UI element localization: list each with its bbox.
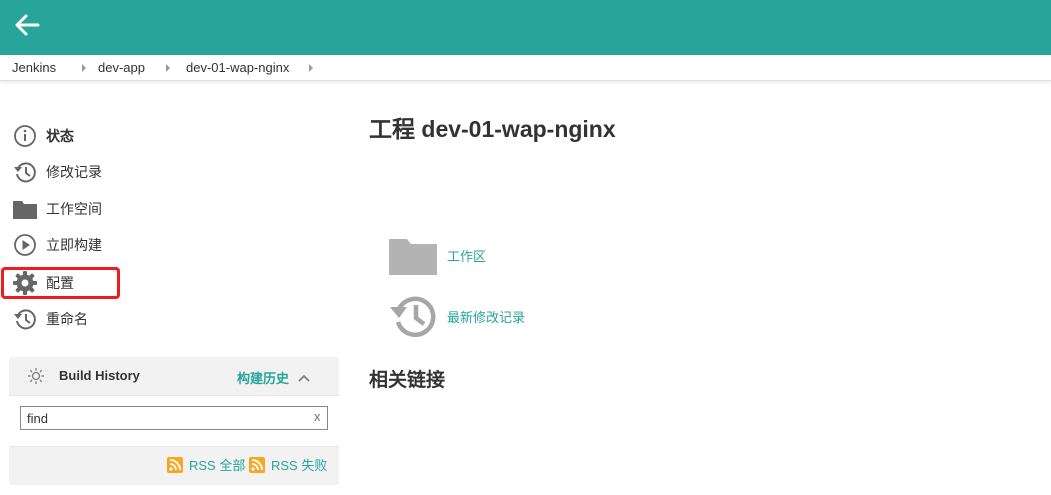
- top-header: [0, 0, 1051, 55]
- arrow-left-icon[interactable]: [10, 8, 44, 42]
- info-icon: [12, 123, 38, 149]
- task-label: 修改记录: [46, 164, 102, 180]
- related-links-heading: 相关链接: [369, 370, 446, 391]
- folder-icon: [12, 196, 38, 222]
- task-label: 工作空间: [46, 201, 102, 217]
- workspace-link[interactable]: 工作区: [385, 231, 486, 279]
- breadcrumb-chevron-icon[interactable]: [309, 64, 313, 72]
- breadcrumb-project[interactable]: dev-01-wap-nginx: [186, 60, 289, 75]
- build-history-search-area: x: [9, 395, 339, 447]
- task-rename[interactable]: 重命名: [12, 305, 88, 333]
- task-label: 重命名: [46, 311, 88, 327]
- task-label: 状态: [46, 128, 74, 144]
- breadcrumb-jenkins[interactable]: Jenkins: [12, 60, 56, 75]
- sun-icon: [27, 367, 45, 390]
- build-history-panel: Build History 构建历史 x RSS 全部 RSS 失败: [9, 357, 339, 485]
- breadcrumb: Jenkins dev-app dev-01-wap-nginx: [0, 55, 1051, 81]
- history-icon: [12, 306, 38, 332]
- page-title: 工程 dev-01-wap-nginx: [369, 116, 616, 142]
- task-build-now[interactable]: 立即构建: [12, 231, 102, 259]
- build-history-header: Build History 构建历史: [9, 357, 339, 395]
- workspace-link-label[interactable]: 工作区: [447, 246, 486, 265]
- breadcrumb-chevron-icon[interactable]: [82, 64, 86, 72]
- configure-highlight-box: [1, 267, 120, 299]
- task-changes[interactable]: 修改记录: [12, 158, 102, 186]
- rss-all-label: RSS 全部: [189, 458, 246, 473]
- task-workspace[interactable]: 工作空间: [12, 195, 102, 223]
- rss-failed-label: RSS 失败: [271, 458, 328, 473]
- rss-failed-link[interactable]: RSS 失败: [249, 455, 327, 474]
- task-status[interactable]: 状态: [12, 122, 74, 150]
- recent-changes-link-label[interactable]: 最新修改记录: [447, 307, 525, 326]
- rss-icon: [249, 456, 265, 473]
- build-history-link[interactable]: 构建历史: [237, 368, 289, 387]
- build-history-title: Build History: [59, 368, 140, 383]
- build-history-search-input[interactable]: [20, 406, 328, 430]
- play-icon: [12, 232, 38, 258]
- history-icon: [12, 159, 38, 185]
- breadcrumb-chevron-icon[interactable]: [166, 64, 170, 72]
- history-icon: [385, 292, 441, 340]
- task-label: 立即构建: [46, 237, 102, 253]
- recent-changes-link[interactable]: 最新修改记录: [385, 292, 525, 340]
- breadcrumb-dev-app[interactable]: dev-app: [98, 60, 145, 75]
- rss-all-link[interactable]: RSS 全部: [167, 455, 245, 474]
- folder-icon: [385, 231, 441, 279]
- clear-search-button[interactable]: x: [314, 409, 321, 424]
- rss-icon: [167, 456, 183, 473]
- chevron-up-icon[interactable]: [297, 370, 311, 388]
